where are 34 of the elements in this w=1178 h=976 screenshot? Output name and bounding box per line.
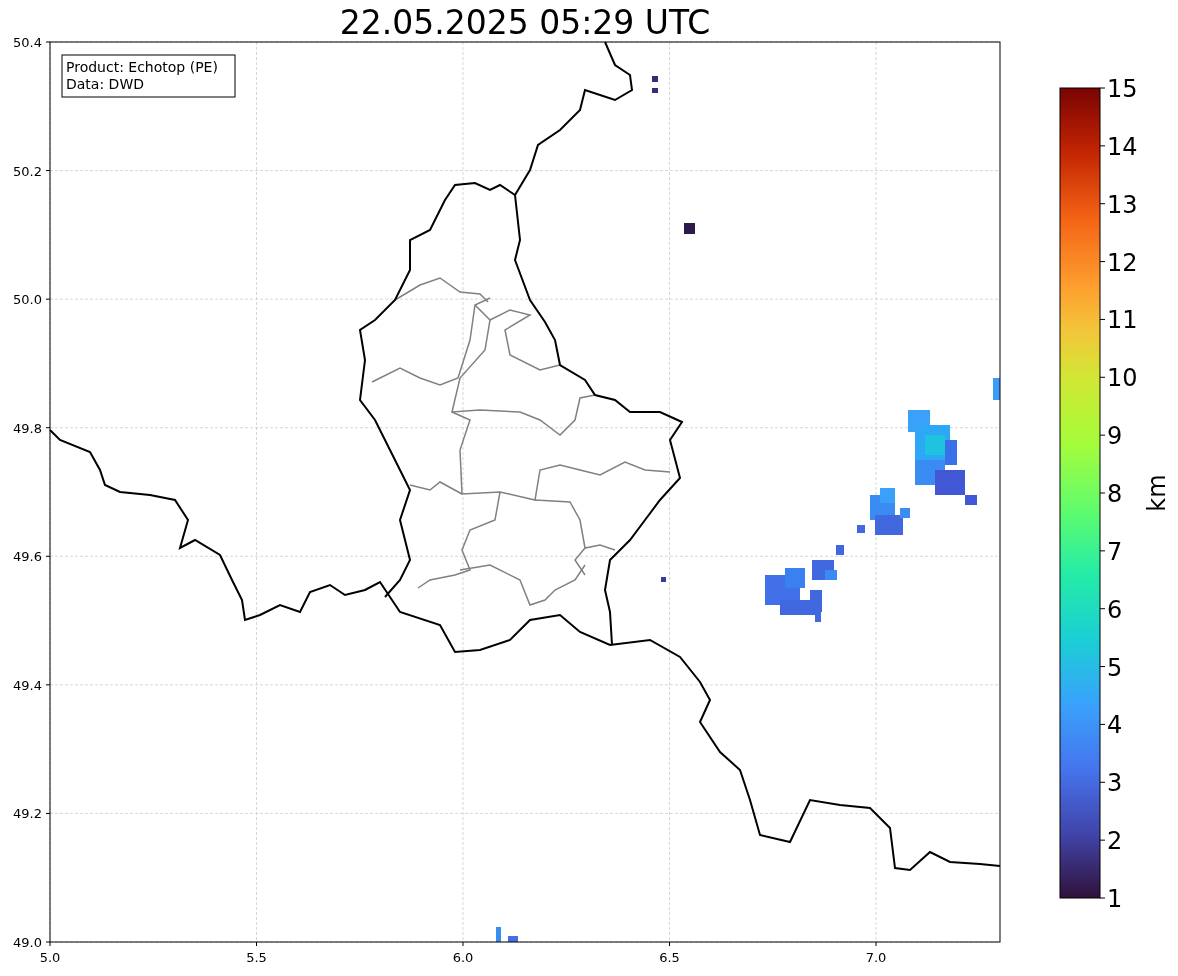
tick-label: 49.2: [13, 806, 42, 822]
tick-label: 49.6: [13, 549, 42, 565]
tick-label: 5.0: [39, 950, 61, 965]
tick-label: 5.5: [246, 950, 267, 965]
tick-label: 15: [1107, 75, 1138, 103]
tick-label: 11: [1107, 306, 1138, 335]
tick-label: 7: [1107, 537, 1123, 566]
legend-text: Data: DWD: [66, 76, 144, 92]
radar-echo: [496, 927, 518, 942]
tick-label: 50.0: [13, 292, 42, 308]
tick-label: 6: [1107, 595, 1123, 624]
tick-label: 3: [1107, 769, 1123, 798]
tick-label: 5: [1107, 653, 1123, 682]
colorbar-label: km: [1143, 474, 1171, 512]
tick-label: 49.4: [13, 677, 42, 693]
tick-label: 50.2: [13, 163, 42, 179]
tick-label: 6.0: [452, 950, 474, 965]
radar-echo: [993, 378, 1000, 400]
legend-text: Product: Echotop (PE): [66, 59, 218, 75]
tick-label: 14: [1107, 132, 1138, 161]
tick-label: 2: [1107, 827, 1123, 856]
tick-label: 13: [1107, 190, 1138, 219]
tick-label: 49.0: [13, 935, 42, 950]
tick-label: 12: [1107, 248, 1138, 277]
tick-label: 49.8: [13, 420, 42, 436]
tick-label: 4: [1107, 711, 1123, 740]
tick-label: 8: [1107, 480, 1123, 508]
tick-label: 1: [1107, 885, 1123, 913]
tick-label: 10: [1107, 364, 1138, 393]
tick-label: 50.4: [13, 35, 42, 50]
tick-label: 9: [1107, 422, 1123, 451]
tick-label: 6.5: [659, 950, 680, 965]
chart-title: 22.05.2025 05:29 UTC: [339, 3, 711, 42]
tick-label: 7.0: [865, 950, 887, 965]
